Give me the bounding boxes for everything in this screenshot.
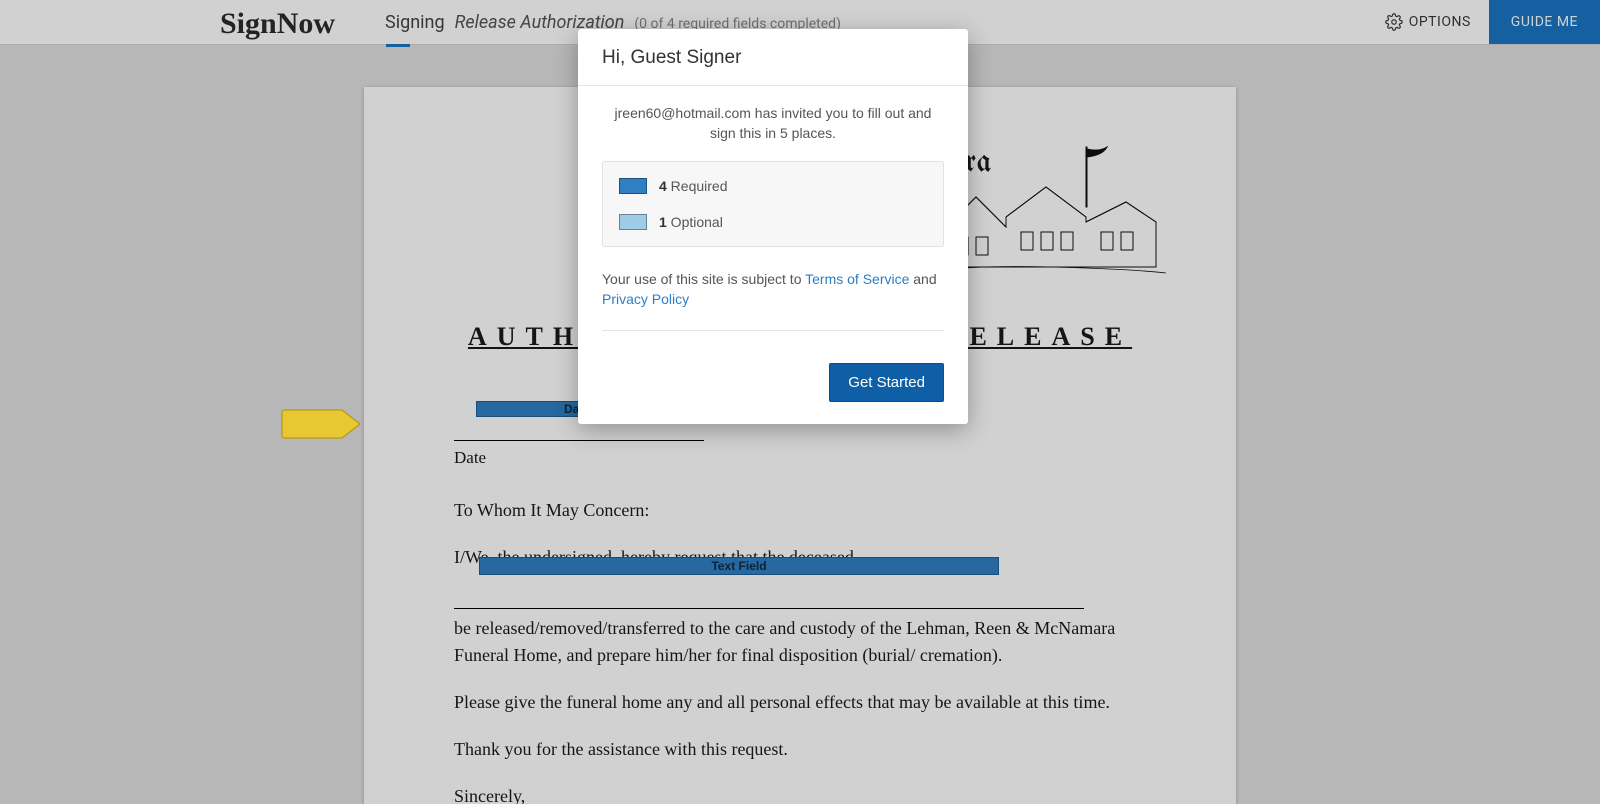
date-line bbox=[454, 440, 704, 441]
name-line bbox=[454, 591, 1084, 609]
guide-me-button[interactable]: GUIDE ME bbox=[1489, 0, 1600, 44]
house-illustration-icon bbox=[936, 137, 1166, 277]
field-pointer-icon bbox=[280, 409, 362, 439]
terms-of-service-link[interactable]: Terms of Service bbox=[805, 271, 909, 287]
optional-row: 1 Optional bbox=[603, 204, 943, 240]
gear-icon bbox=[1385, 13, 1403, 31]
brand-logo: SignNow bbox=[220, 7, 335, 41]
get-started-button[interactable]: Get Started bbox=[829, 363, 944, 402]
salutation: To Whom It May Concern: bbox=[454, 497, 1146, 524]
terms-text: Your use of this site is subject to Term… bbox=[602, 269, 944, 331]
options-button[interactable]: OPTIONS bbox=[1367, 0, 1489, 44]
para-effects: Please give the funeral home any and all… bbox=[454, 689, 1146, 716]
guide-label: GUIDE ME bbox=[1511, 14, 1578, 30]
optional-text: 1 Optional bbox=[659, 214, 723, 230]
welcome-modal: Hi, Guest Signer jreen60@hotmail.com has… bbox=[578, 29, 968, 424]
privacy-policy-link[interactable]: Privacy Policy bbox=[602, 291, 689, 307]
header-actions: OPTIONS GUIDE ME bbox=[1367, 0, 1600, 44]
document-body: Date To Whom It May Concern: I/We, the u… bbox=[454, 422, 1146, 804]
closing: Sincerely, bbox=[454, 783, 1146, 804]
date-label: Date bbox=[454, 445, 1146, 471]
options-label: OPTIONS bbox=[1409, 14, 1471, 30]
required-row: 4 Required bbox=[603, 168, 943, 204]
modal-title: Hi, Guest Signer bbox=[578, 29, 968, 86]
required-text: 4 Required bbox=[659, 178, 728, 194]
title-prefix: Signing bbox=[385, 12, 445, 33]
para-release: be released/removed/transferred to the c… bbox=[454, 615, 1146, 669]
invite-text: jreen60@hotmail.com has invited you to f… bbox=[602, 104, 944, 143]
optional-swatch-icon bbox=[619, 214, 647, 230]
required-swatch-icon bbox=[619, 178, 647, 194]
para-thanks: Thank you for the assistance with this r… bbox=[454, 736, 1146, 763]
text-field[interactable]: Text Field bbox=[479, 557, 999, 575]
field-summary: 4 Required 1 Optional bbox=[602, 161, 944, 247]
